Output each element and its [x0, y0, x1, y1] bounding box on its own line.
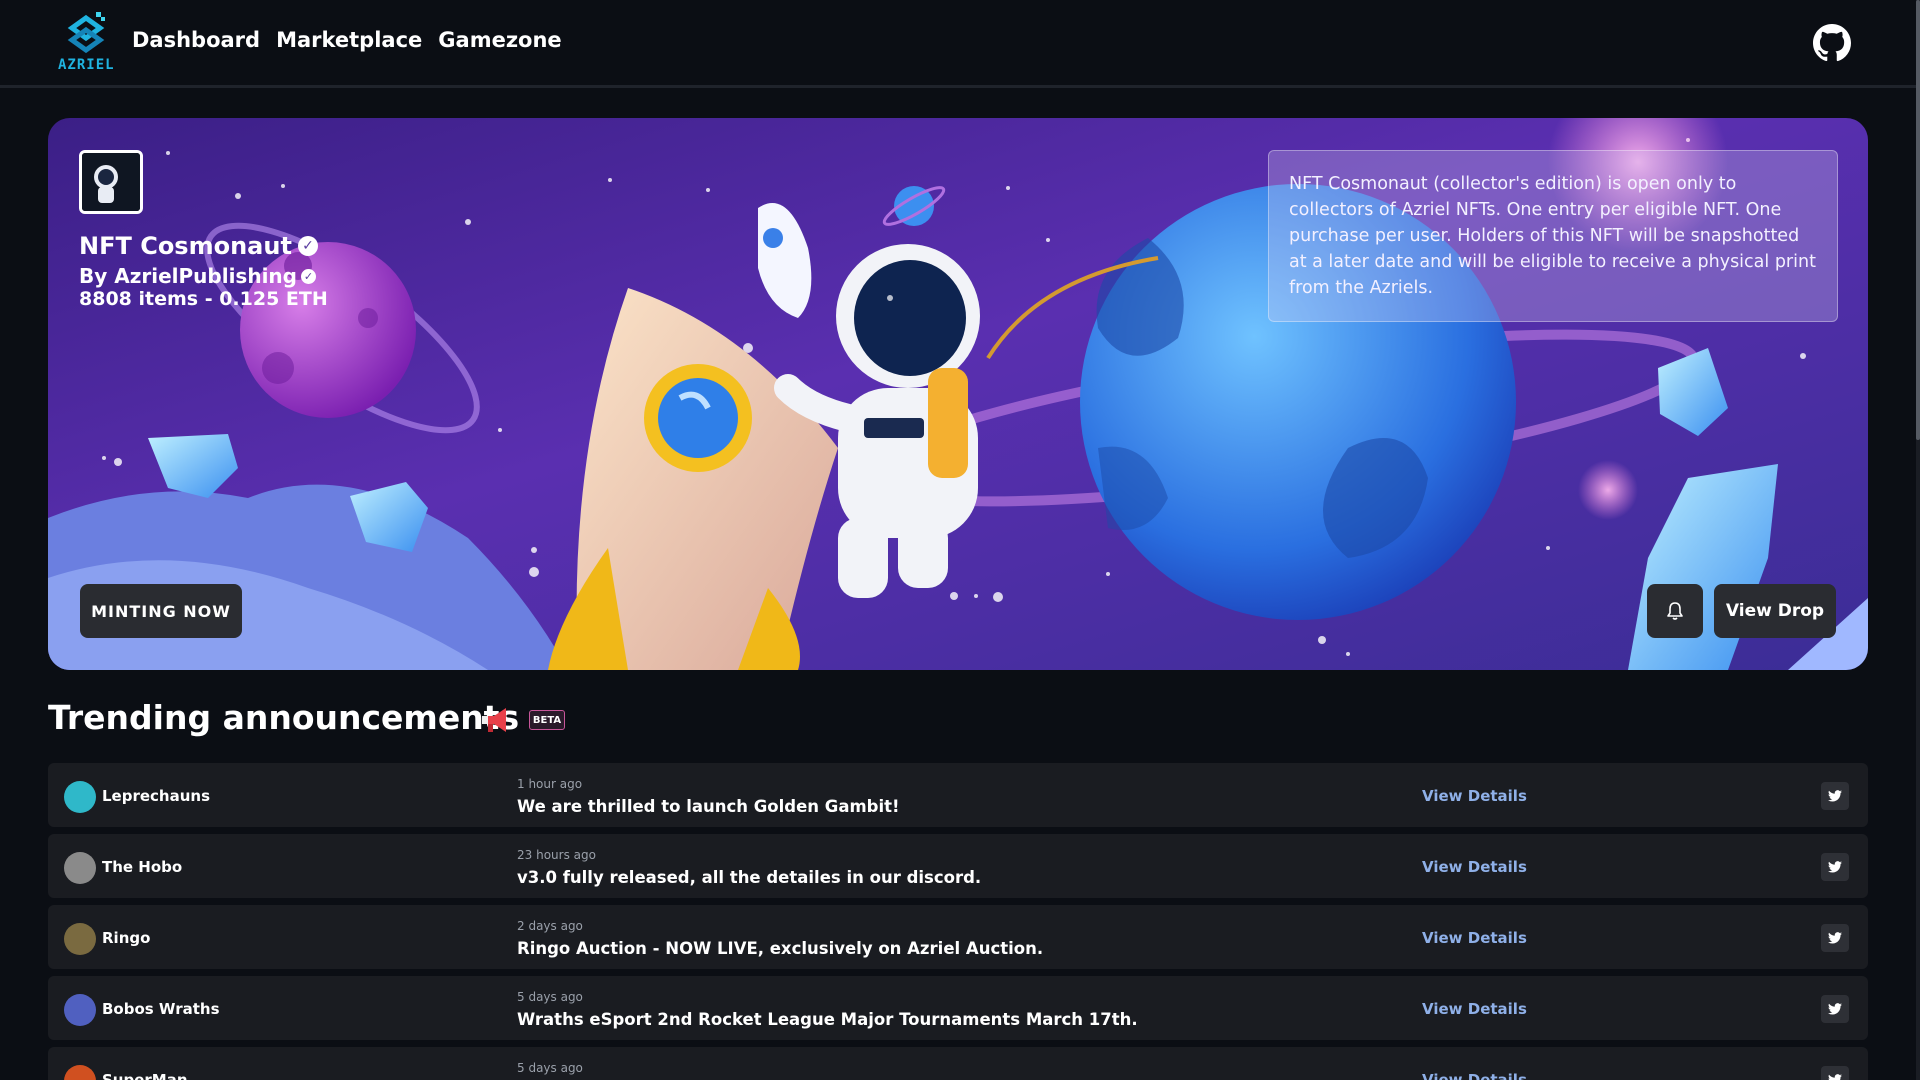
- author-verified-icon: ✓: [300, 268, 316, 284]
- announcement-row[interactable]: Ringo 2 days ago Ringo Auction - NOW LIV…: [48, 905, 1868, 969]
- avatar: [64, 994, 96, 1026]
- notify-button[interactable]: [1647, 584, 1703, 638]
- announcement-row[interactable]: Bobos Wraths 5 days ago Wraths eSport 2n…: [48, 976, 1868, 1040]
- post-time: 23 hours ago: [517, 848, 596, 862]
- project-name[interactable]: Leprechauns: [102, 787, 210, 805]
- bell-icon: [1667, 602, 1683, 620]
- nav-dashboard[interactable]: Dashboard: [132, 28, 260, 52]
- nav-gamezone[interactable]: Gamezone: [438, 28, 561, 52]
- drop-description: NFT Cosmonaut (collector's edition) is o…: [1268, 150, 1838, 322]
- view-details-link[interactable]: View Details: [1422, 787, 1527, 805]
- twitter-button[interactable]: [1821, 782, 1849, 810]
- avatar: [64, 923, 96, 955]
- megaphone-icon: [482, 708, 506, 732]
- project-name[interactable]: The Hobo: [102, 858, 182, 876]
- twitter-icon: [1828, 1003, 1842, 1015]
- main-nav: Dashboard Marketplace Gamezone: [132, 28, 562, 52]
- minting-now-button[interactable]: MINTING NOW: [80, 584, 242, 638]
- page-scrollbar-thumb[interactable]: [1916, 0, 1920, 440]
- twitter-button[interactable]: [1821, 995, 1849, 1023]
- beta-badge: BETA: [529, 710, 565, 730]
- project-name[interactable]: Bobos Wraths: [102, 1000, 220, 1018]
- post-time: 5 days ago: [517, 990, 583, 1004]
- featured-drop-banner: NFT Cosmonaut ✓ By AzrielPublishing ✓ 88…: [48, 118, 1868, 670]
- view-details-link[interactable]: View Details: [1422, 858, 1527, 876]
- avatar: [64, 781, 96, 813]
- twitter-icon: [1828, 932, 1842, 944]
- azriel-logo[interactable]: AZRIEL: [58, 12, 115, 76]
- twitter-icon: [1828, 1074, 1842, 1080]
- collection-title: NFT Cosmonaut ✓: [79, 232, 318, 260]
- github-icon[interactable]: [1813, 24, 1851, 62]
- view-details-link[interactable]: View Details: [1422, 1071, 1527, 1080]
- twitter-icon: [1828, 790, 1842, 802]
- azriel-logo-icon: [67, 12, 105, 54]
- twitter-button[interactable]: [1821, 1066, 1849, 1080]
- post-time: 1 hour ago: [517, 777, 583, 791]
- project-name[interactable]: SuperMan: [102, 1071, 188, 1080]
- announcement-row[interactable]: SuperMan 5 days ago View Details: [48, 1047, 1868, 1080]
- announcement-row[interactable]: Leprechauns 1 hour ago We are thrilled t…: [48, 763, 1868, 827]
- project-name[interactable]: Ringo: [102, 929, 150, 947]
- announcement-text: Wraths eSport 2nd Rocket League Major To…: [517, 1010, 1138, 1029]
- author-name: By AzrielPublishing: [79, 264, 297, 288]
- logo-text: AZRIEL: [58, 57, 115, 73]
- view-details-link[interactable]: View Details: [1422, 1000, 1527, 1018]
- announcement-text: We are thrilled to launch Golden Gambit!: [517, 797, 900, 816]
- twitter-button[interactable]: [1821, 924, 1849, 952]
- post-time: 5 days ago: [517, 1061, 583, 1075]
- nav-marketplace[interactable]: Marketplace: [276, 28, 422, 52]
- post-time: 2 days ago: [517, 919, 583, 933]
- twitter-button[interactable]: [1821, 853, 1849, 881]
- avatar: [64, 1065, 96, 1080]
- section-title: Trending announcements: [48, 698, 520, 737]
- collection-stats: 8808 items - 0.125 ETH: [79, 288, 328, 310]
- announcement-text: v3.0 fully released, all the detailes in…: [517, 868, 982, 887]
- view-drop-button[interactable]: View Drop: [1714, 584, 1836, 638]
- avatar: [64, 852, 96, 884]
- twitter-icon: [1828, 861, 1842, 873]
- top-navbar: AZRIEL Dashboard Marketplace Gamezone: [0, 0, 1916, 88]
- astronaut-thumbnail-image: [82, 153, 140, 211]
- verified-badge-icon: ✓: [297, 236, 318, 256]
- collection-thumbnail[interactable]: [79, 150, 143, 214]
- announcement-row[interactable]: The Hobo 23 hours ago v3.0 fully release…: [48, 834, 1868, 898]
- collection-name: NFT Cosmonaut: [79, 232, 292, 260]
- view-details-link[interactable]: View Details: [1422, 929, 1527, 947]
- collection-author[interactable]: By AzrielPublishing ✓: [79, 264, 316, 288]
- announcement-text: Ringo Auction - NOW LIVE, exclusively on…: [517, 939, 1044, 958]
